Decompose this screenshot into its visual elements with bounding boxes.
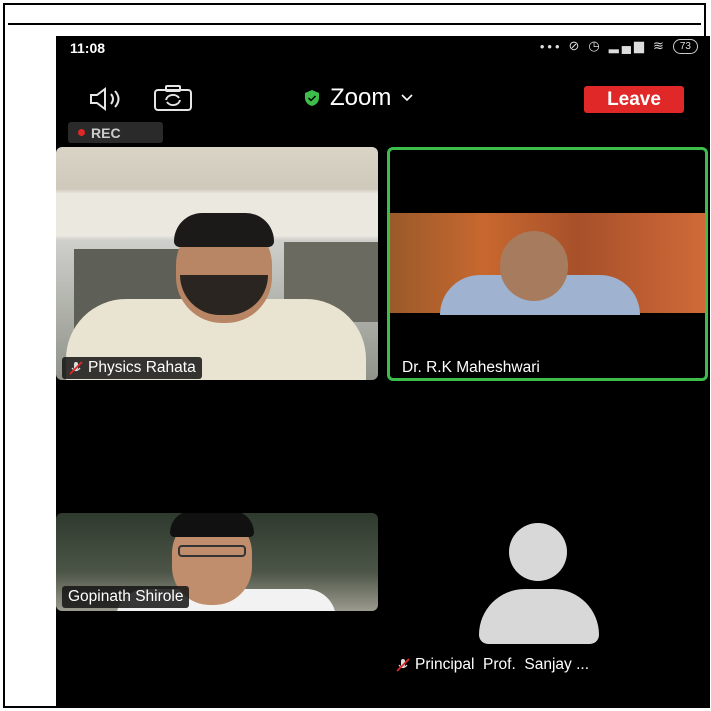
status-time: 11:08 [70,40,106,56]
alarm-icon: ◷ [588,38,603,53]
participant-name: Principal Prof. Sanjay ... [415,656,590,673]
wifi-icon: ≋ [652,38,667,53]
participant-name-label: Physics Rahata [62,357,202,379]
participant-video [170,513,254,537]
frame-divider [8,23,701,25]
video-tile-gopinath-shirole[interactable]: Gopinath Shirole [56,513,378,611]
leave-button[interactable]: Leave [584,86,684,113]
recording-badge: REC [68,122,163,143]
status-icons: ••• ⊘ ◷ ▂▄▆ ≋ 73 [540,38,698,54]
participant-name-label: Gopinath Shirole [62,586,190,608]
participant-name: Physics Rahata [88,359,196,376]
video-tile-physics-rahata[interactable]: Physics Rahata [56,147,378,380]
dots-icon: ••• [539,38,563,54]
participant-name-label: Principal Prof. Sanjay ... [395,656,589,674]
app-title: Zoom [330,84,392,111]
meeting-title[interactable]: Zoom [304,84,413,112]
muted-mic-icon [69,361,83,375]
battery-icon: 73 [672,38,698,54]
signal-icon: ▂▄▆ [608,38,647,53]
zoom-meeting-screen: 11:08 ••• ⊘ ◷ ▂▄▆ ≋ 73 Zoom Leave REC Ph… [56,36,710,708]
video-tile-dr-rk-maheshwari[interactable]: Dr. R.K Maheshwari [387,147,708,381]
video-tile-principal[interactable]: Principal Prof. Sanjay ... [387,486,708,686]
recording-dot-icon [78,129,85,136]
participant-name: Gopinath Shirole [68,588,184,605]
no-notification-icon: ⊘ [568,38,583,53]
participant-video [178,545,246,557]
participant-video [174,213,274,247]
participant-name-label: Dr. R.K Maheshwari [396,357,546,378]
chevron-down-icon [401,94,413,102]
avatar-icon [479,589,599,644]
speaker-icon[interactable] [88,86,124,112]
camera-switch-icon[interactable] [153,84,193,112]
avatar-icon [509,523,567,581]
shield-icon [305,90,319,106]
muted-mic-icon [396,658,410,672]
participant-video [500,231,568,301]
participant-name: Dr. R.K Maheshwari [402,359,540,376]
participant-video [390,213,705,315]
recording-label: REC [91,124,121,141]
